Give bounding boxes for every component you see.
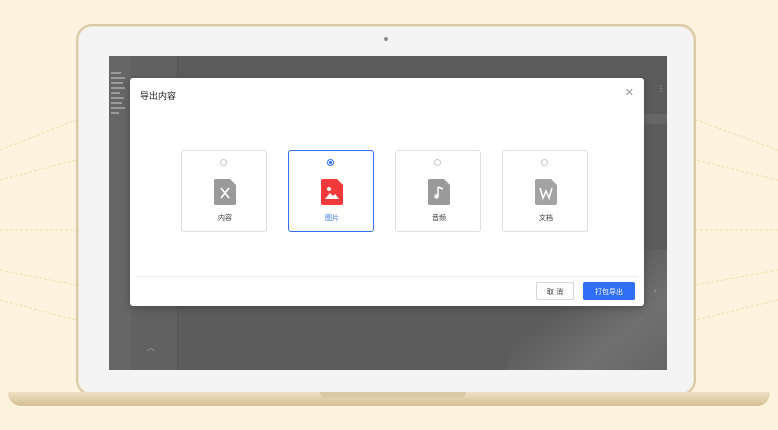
radio-button[interactable] xyxy=(327,159,334,166)
export-button[interactable]: 打包导出 xyxy=(583,282,635,300)
word-file-icon xyxy=(535,179,557,205)
footer-divider xyxy=(136,276,638,277)
chevron-up-icon: ︿ xyxy=(147,343,155,352)
radio-button[interactable] xyxy=(220,159,227,166)
option-label: 文档 xyxy=(539,214,553,222)
option-label: 音频 xyxy=(432,214,446,222)
radio-button[interactable] xyxy=(541,159,548,166)
close-icon[interactable]: ✕ xyxy=(625,86,634,99)
audio-file-icon xyxy=(428,179,450,205)
option-content[interactable]: 内容 xyxy=(181,150,267,232)
option-audio[interactable]: 音频 xyxy=(395,150,481,232)
option-label: 内容 xyxy=(218,214,232,222)
export-dialog: 导出内容 ✕ 内容 图片 音频 文档 取 消 打包导出 xyxy=(130,78,644,306)
laptop-base xyxy=(8,392,770,406)
option-document[interactable]: 文档 xyxy=(502,150,588,232)
laptop-lid: ︿ ⋮ › 导出内容 ✕ 内容 xyxy=(76,24,696,396)
app-menu-icon: ⋮ xyxy=(657,84,665,93)
dialog-title: 导出内容 xyxy=(140,92,177,102)
cancel-button[interactable]: 取 消 xyxy=(536,282,574,300)
radio-button[interactable] xyxy=(434,159,441,166)
app-sidebar xyxy=(109,56,131,370)
camera-icon xyxy=(384,37,388,41)
excel-file-icon xyxy=(214,179,236,205)
laptop-screen: ︿ ⋮ › 导出内容 ✕ 内容 xyxy=(109,56,667,370)
option-label: 图片 xyxy=(325,214,339,222)
laptop-notch xyxy=(320,392,466,398)
option-image[interactable]: 图片 xyxy=(288,150,374,232)
export-options: 内容 图片 音频 文档 xyxy=(181,150,591,232)
image-file-icon xyxy=(321,179,343,205)
